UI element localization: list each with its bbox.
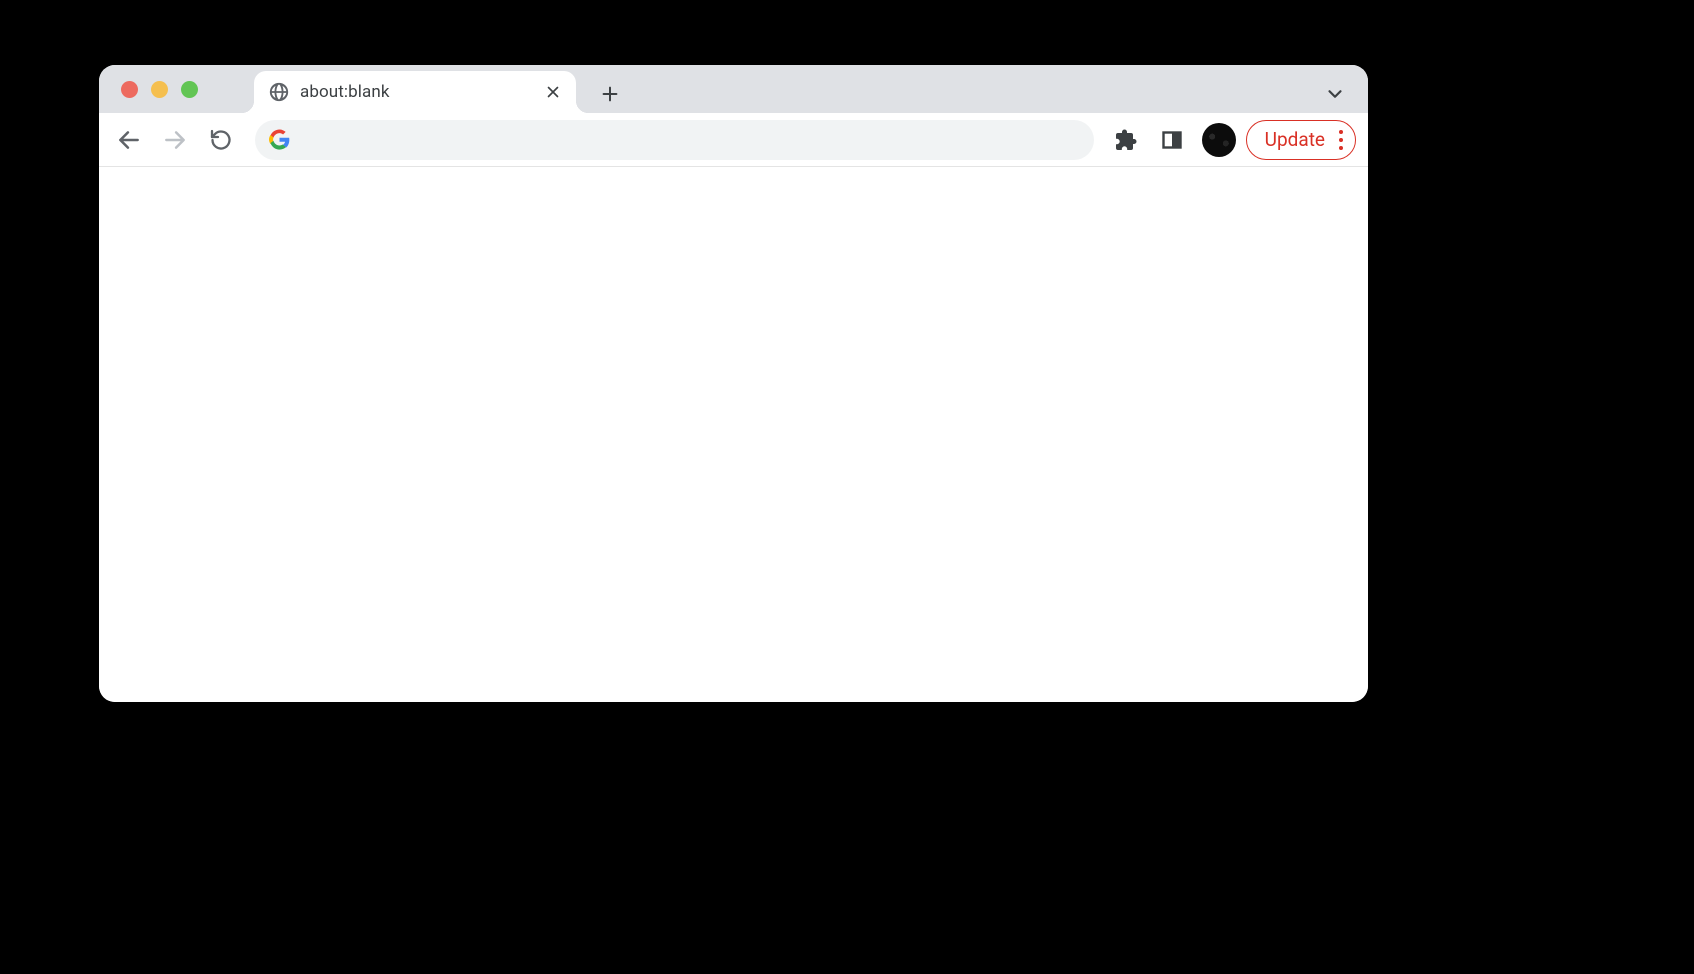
update-button[interactable]: Update: [1246, 120, 1356, 160]
address-input[interactable]: [300, 131, 1080, 149]
window-controls: [121, 81, 198, 98]
tab-strip: about:blank: [99, 65, 1368, 113]
extensions-button[interactable]: [1106, 120, 1146, 160]
side-panel-button[interactable]: [1152, 120, 1192, 160]
reload-button[interactable]: [201, 120, 241, 160]
address-bar[interactable]: [255, 120, 1094, 160]
new-tab-button[interactable]: [593, 77, 627, 111]
window-minimize-button[interactable]: [151, 81, 168, 98]
browser-tab[interactable]: about:blank: [254, 71, 576, 113]
more-icon[interactable]: [1335, 130, 1347, 150]
google-logo-icon: [269, 129, 290, 150]
browser-window: about:blank: [99, 65, 1368, 702]
forward-button[interactable]: [155, 120, 195, 160]
window-fullscreen-button[interactable]: [181, 81, 198, 98]
tab-title: about:blank: [300, 82, 532, 102]
tab-close-button[interactable]: [542, 81, 564, 103]
back-button[interactable]: [109, 120, 149, 160]
window-close-button[interactable]: [121, 81, 138, 98]
page-content: [99, 167, 1368, 702]
toolbar: Update: [99, 113, 1368, 167]
globe-icon: [268, 81, 290, 103]
update-label: Update: [1265, 128, 1325, 151]
tab-list-button[interactable]: [1318, 77, 1352, 111]
profile-avatar[interactable]: [1202, 123, 1236, 157]
